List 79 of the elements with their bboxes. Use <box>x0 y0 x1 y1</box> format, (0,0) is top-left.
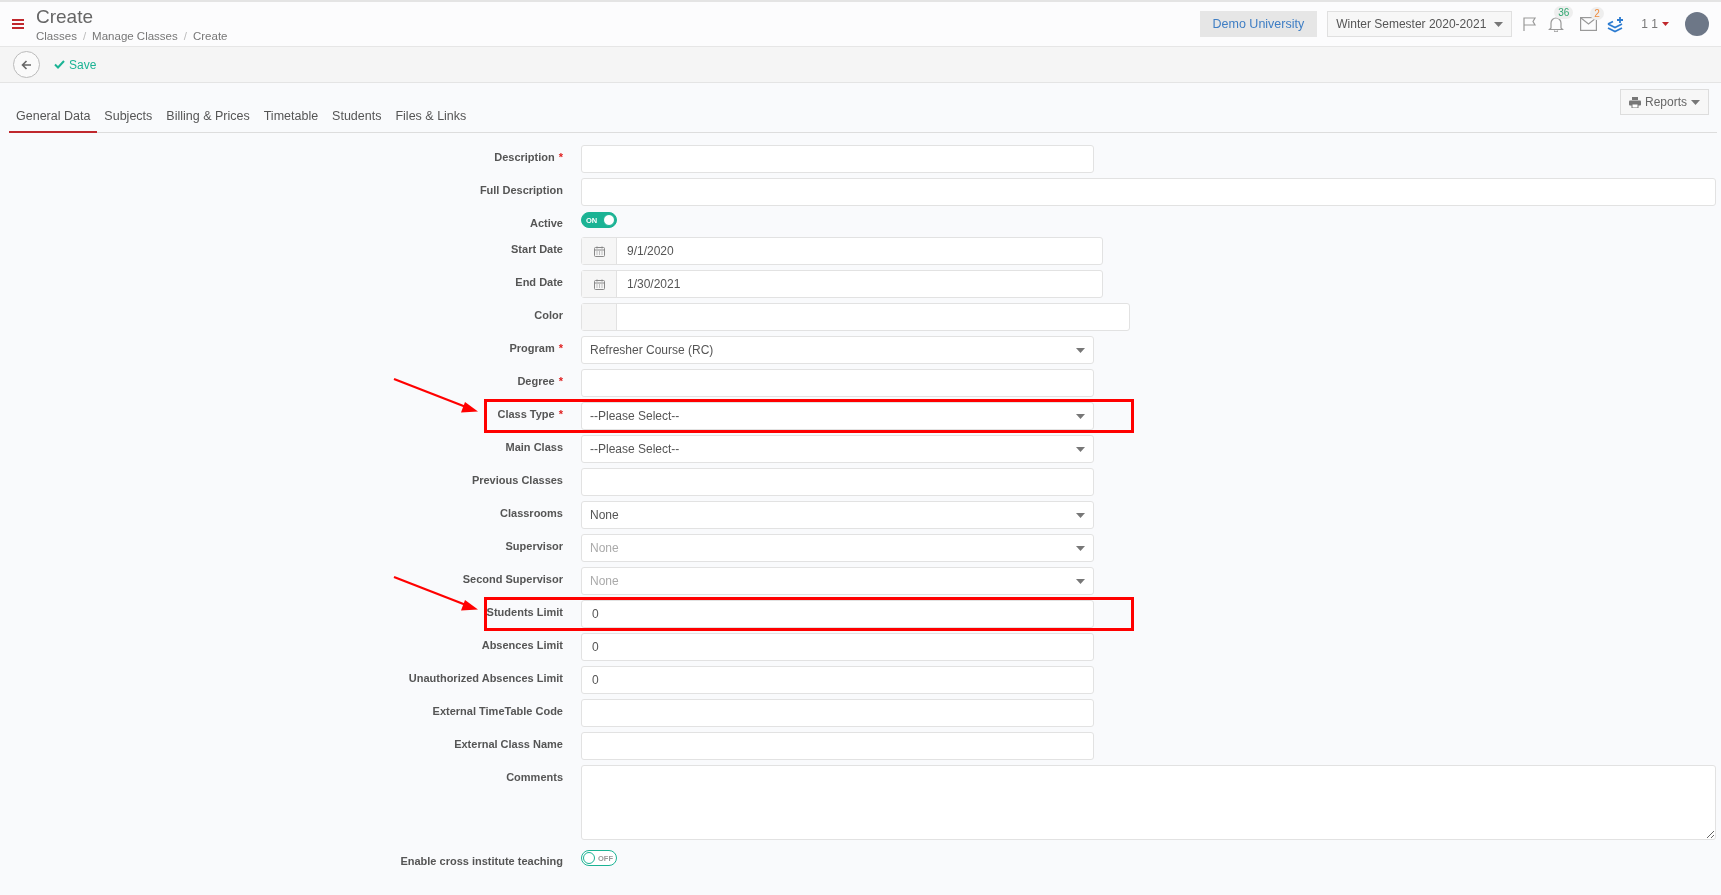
field-label: Class Type <box>497 408 555 420</box>
caret-icon <box>1076 578 1085 584</box>
field-label: Enable cross institute teaching <box>400 855 563 867</box>
select-field[interactable]: --Please Select-- <box>581 402 1094 430</box>
select-field[interactable]: --Please Select-- <box>581 435 1094 463</box>
text-field[interactable]: 0 <box>581 600 1094 628</box>
caret-icon <box>1494 21 1504 27</box>
caret-icon <box>1076 545 1085 551</box>
field-label: Start Date <box>511 243 563 255</box>
color-swatch[interactable] <box>582 304 617 330</box>
field-label: Active <box>529 217 563 229</box>
required-mark: * <box>558 151 563 163</box>
caret-icon <box>1662 22 1669 26</box>
field-label: Program <box>509 342 555 354</box>
calendar-icon <box>593 278 605 290</box>
select-field[interactable]: None <box>581 501 1094 529</box>
comments-field[interactable] <box>581 765 1716 840</box>
institution-button[interactable]: Demo University <box>1199 11 1318 37</box>
printer-icon <box>1628 96 1641 108</box>
caret-icon <box>1076 512 1085 518</box>
tab[interactable]: Subjects <box>97 109 160 133</box>
reports-button[interactable]: Reports <box>1619 89 1709 115</box>
field-label: Supervisor <box>505 540 563 552</box>
field-label: Degree <box>517 375 555 387</box>
field-label: Previous Classes <box>471 474 563 486</box>
caret-icon <box>1076 347 1085 353</box>
message-badge: 2 <box>1590 7 1604 20</box>
text-field[interactable]: 0 <box>581 666 1094 694</box>
layers-plus-icon[interactable] <box>1607 15 1626 33</box>
left-arrow-icon <box>21 59 32 70</box>
semester-dropdown[interactable]: Winter Semester 2020-2021 <box>1327 11 1513 37</box>
breadcrumb-separator: / <box>82 30 87 42</box>
field-label: Color <box>534 309 563 321</box>
text-field[interactable] <box>581 732 1094 760</box>
menu-icon[interactable] <box>12 19 24 29</box>
field-label: External Class Name <box>454 738 563 750</box>
field-label: Unauthorized Absences Limit <box>408 672 563 684</box>
field-label: Description <box>494 151 555 163</box>
flag-icon[interactable] <box>1522 16 1539 32</box>
required-mark: * <box>558 342 563 354</box>
field-label: Comments <box>506 771 563 783</box>
bell-icon[interactable] <box>1548 16 1565 32</box>
field-label: Main Class <box>505 441 563 453</box>
envelope-icon[interactable] <box>1580 17 1598 31</box>
calendar-icon <box>593 245 605 257</box>
field-label: Students Limit <box>486 606 563 618</box>
back-button[interactable] <box>13 51 40 78</box>
tab[interactable]: Billing & Prices <box>159 109 257 133</box>
page-title: Create <box>36 6 95 28</box>
field-label: External TimeTable Code <box>432 705 563 717</box>
tab[interactable]: Timetable <box>256 109 326 133</box>
text-field[interactable] <box>581 178 1716 206</box>
breadcrumb-link[interactable]: Manage Classes <box>92 30 178 42</box>
text-field[interactable] <box>581 468 1094 496</box>
breadcrumb-link[interactable]: Classes <box>36 30 77 42</box>
breadcrumb-separator: / <box>183 30 187 42</box>
avatar-icon[interactable] <box>1685 12 1709 36</box>
tab[interactable]: Files & Links <box>388 109 474 133</box>
tab[interactable]: Students <box>325 109 389 133</box>
tab[interactable]: General Data <box>9 109 98 133</box>
text-field[interactable] <box>581 369 1094 397</box>
field-label: Classrooms <box>500 507 563 519</box>
field-label: Second Supervisor <box>462 573 563 585</box>
select-field[interactable]: Refresher Course (RC) <box>581 336 1094 364</box>
field-label: End Date <box>515 276 563 288</box>
required-mark: * <box>558 375 563 387</box>
breadcrumb-link[interactable]: Create <box>192 30 228 42</box>
text-field[interactable]: 0 <box>581 633 1094 661</box>
caret-icon <box>1076 446 1085 452</box>
check-icon <box>54 60 65 69</box>
field-label: Absences Limit <box>481 639 563 651</box>
caret-icon <box>1691 99 1700 105</box>
field-label: Full Description <box>479 184 563 196</box>
notification-badge: 36 <box>1554 6 1574 19</box>
text-field[interactable] <box>581 145 1094 173</box>
caret-icon <box>1076 413 1085 419</box>
text-field[interactable] <box>581 699 1094 727</box>
user-menu[interactable]: 1 1 <box>1635 16 1675 32</box>
required-mark: * <box>558 408 563 420</box>
